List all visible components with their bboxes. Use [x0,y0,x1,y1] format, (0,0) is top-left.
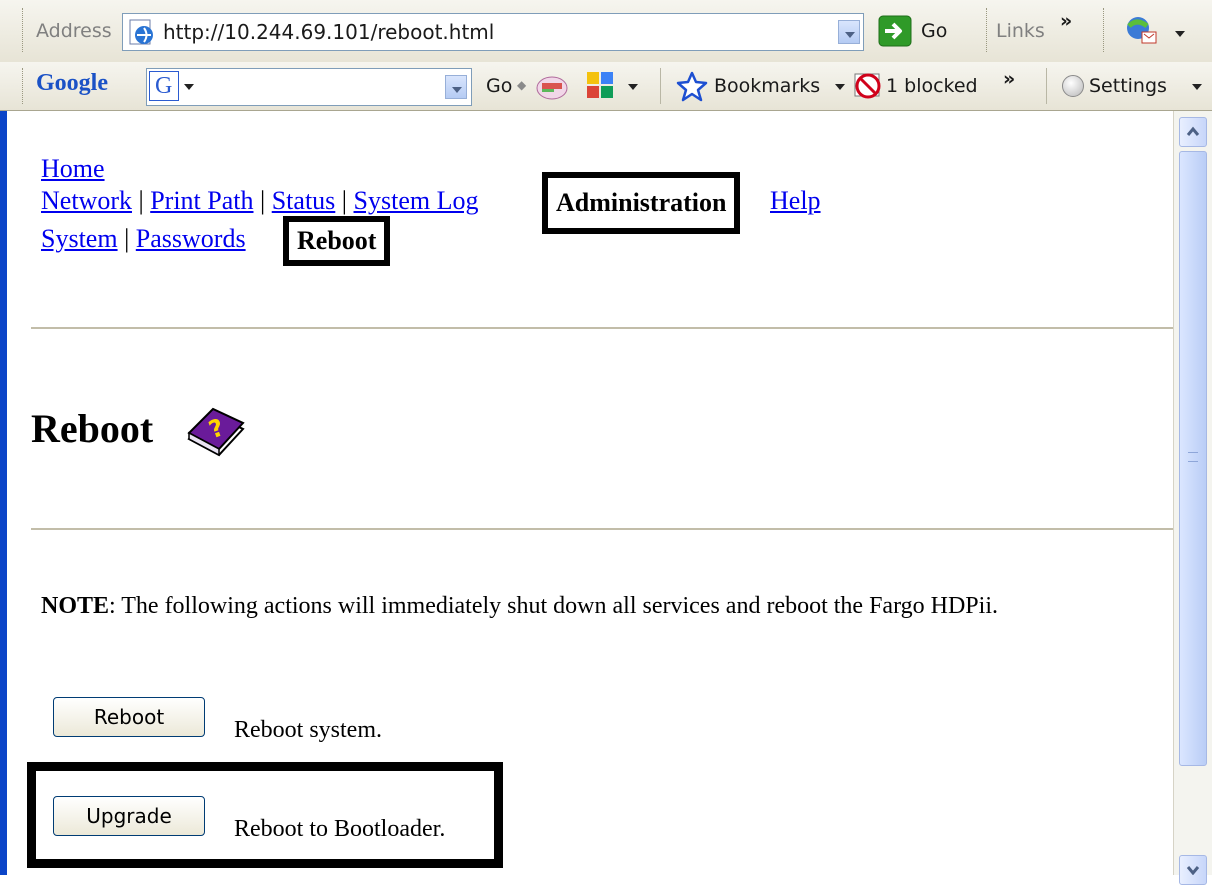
nav-current-reboot: Reboot [283,216,391,266]
nav-row-home: Home [41,154,105,184]
chevron-down-icon [1186,866,1200,875]
toolbar-divider [1046,68,1047,104]
bookmarks-star-icon[interactable] [676,70,708,102]
bookmarks-dropdown-icon[interactable] [835,84,845,90]
ie-page-icon [129,19,153,45]
settings-button[interactable]: Settings [1089,75,1167,97]
messenger-dropdown-icon[interactable] [1175,31,1185,37]
toolbar-grip[interactable] [986,8,990,52]
page-title: Reboot [31,406,154,451]
nav-separator: | [260,186,266,215]
google-search-input[interactable]: G [146,68,472,106]
options-dropdown-icon[interactable] [628,84,638,90]
nav-row-help: Help [770,186,821,216]
messenger-icon[interactable] [1124,14,1160,46]
nav-link-home[interactable]: Home [41,154,105,183]
go-button[interactable] [878,15,912,47]
address-label: Address [36,20,112,42]
vertical-scrollbar[interactable] [1173,111,1212,885]
scroll-up-button[interactable] [1179,117,1207,147]
google-g-dropdown-icon[interactable] [184,84,194,90]
nav-separator: | [138,186,144,215]
popup-blocker-icon[interactable] [852,70,884,102]
google-search-dropdown-button[interactable] [445,75,467,99]
nav-current-administration: Administration [542,172,741,234]
help-book-icon[interactable]: ? [183,401,249,461]
chevron-up-icon [1186,126,1200,136]
reboot-button[interactable]: Reboot [53,697,205,737]
address-toolbar: Address http://10.244.69.101/reboot.html… [0,0,1212,63]
toolbar-grip[interactable] [22,8,26,52]
nav-link-passwords[interactable]: Passwords [136,224,246,253]
nav-link-system[interactable]: System [41,224,118,253]
google-go-button[interactable]: Go [486,75,512,97]
nav-link-help[interactable]: Help [770,186,821,215]
nav-link-system-log[interactable]: System Log [354,186,479,215]
settings-dropdown-icon[interactable] [1192,84,1202,90]
nav-link-network[interactable]: Network [41,186,132,215]
settings-radio-icon[interactable] [1062,75,1084,97]
note-text: : The following actions will immediately… [109,593,998,619]
pagerank-icon[interactable] [534,70,570,102]
toolbar-grip[interactable] [22,68,26,104]
bookmarks-button[interactable]: Bookmarks [714,75,820,97]
toolbar-separator-icon: ◆ [517,78,527,92]
reboot-description: Reboot system. [234,717,382,743]
window-left-border [0,111,7,875]
go-label[interactable]: Go [921,20,947,42]
nav-row-admin: System | Passwords [41,224,246,254]
page-content: Home Network | Print Path | Status | Sys… [7,111,1173,875]
google-g-icon[interactable]: G [149,71,179,101]
scroll-thumb[interactable] [1179,151,1207,766]
google-logo[interactable]: Google [36,70,108,97]
google-more-chevron-icon[interactable]: » [1003,68,1015,90]
thumb-grip-icon [1188,452,1198,462]
google-toolbar: Google G Go ◆ Bookmarks 1 blocked » Sett… [0,62,1212,111]
address-dropdown-button[interactable] [838,20,860,44]
toolbar-divider [660,68,661,104]
note-paragraph: NOTE: The following actions will immedia… [41,589,1121,623]
nav-link-status[interactable]: Status [272,186,336,215]
links-more-chevron-icon[interactable]: » [1060,10,1072,32]
links-label[interactable]: Links [996,20,1045,42]
upgrade-button[interactable]: Upgrade [53,796,205,836]
popups-blocked-label[interactable]: 1 blocked [886,75,978,97]
scroll-down-button[interactable] [1179,855,1207,885]
upgrade-description: Reboot to Bootloader. [234,816,446,842]
nav-link-print-path[interactable]: Print Path [150,186,253,215]
nav-separator: | [341,186,348,215]
toolbar-grip[interactable] [1103,8,1107,52]
go-arrow-icon [878,15,912,47]
address-input[interactable]: http://10.244.69.101/reboot.html [122,13,864,51]
note-label: NOTE [41,593,110,619]
nav-separator: | [124,224,130,253]
url-text: http://10.244.69.101/reboot.html [163,20,495,44]
options-puzzle-icon[interactable] [584,68,618,102]
divider-bottom [31,528,1173,530]
nav-row-main: Network | Print Path | Status | System L… [41,186,478,216]
divider-top [31,327,1173,329]
